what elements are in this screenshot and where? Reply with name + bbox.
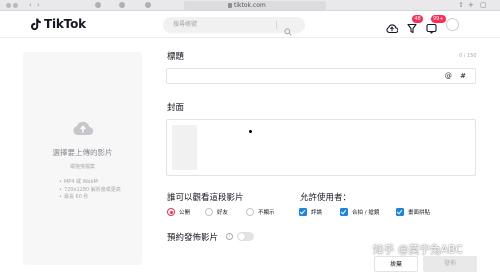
bookmark-favicon-icon[interactable] [95, 2, 101, 8]
radio-icon[interactable] [246, 208, 254, 216]
search-bar[interactable]: 搜尋帳號 [163, 17, 305, 36]
caption-input[interactable]: @ # [166, 68, 476, 84]
new-tab-icon[interactable]: + [468, 1, 474, 10]
inbox-count-badge: 48 [412, 15, 423, 23]
radio-icon[interactable] [205, 208, 213, 216]
bookmark-favicon-icon[interactable] [145, 2, 151, 8]
privacy-option-public[interactable]: 公開 [167, 208, 190, 216]
privacy-option-private[interactable]: 不顯示 [246, 208, 275, 216]
privacy-label: 誰可以觀看這段影片 [167, 193, 244, 203]
search-divider [276, 21, 277, 29]
share-icon[interactable]: ⇧ [458, 1, 464, 10]
back-arrow-icon[interactable]: ‹ [29, 1, 32, 10]
upload-title: 選擇要上傳的影片 [52, 148, 113, 157]
app-header: TikTok 搜尋帳號 48 99+ [0, 11, 500, 38]
info-icon[interactable]: i [226, 233, 233, 240]
radio-selected-icon[interactable] [167, 208, 175, 216]
upload-requirements: MP4 或 WebM 720x1280 解析度或更高 最長 60 秒 [59, 179, 121, 202]
cursor-dot [249, 130, 252, 133]
lock-icon [228, 3, 232, 8]
post-button[interactable]: 發佈 [423, 256, 477, 272]
window-minimize-icon[interactable] [13, 3, 18, 8]
cover-thumbnail[interactable] [172, 125, 197, 170]
caption-label: 標題 [167, 52, 185, 62]
tiktok-note-icon [30, 18, 41, 31]
requirement-item: 720x1280 解析度或更高 [59, 187, 121, 195]
privacy-option-label: 好友 [217, 210, 229, 216]
upload-subtitle: 或拖曳檔案 [69, 164, 95, 170]
tab-overview-icon[interactable]: ▢ [480, 1, 487, 10]
forward-arrow-icon[interactable]: › [37, 1, 40, 10]
address-bar[interactable]: tiktok.com [184, 1, 326, 10]
checkbox-checked-icon[interactable] [299, 208, 307, 216]
window-close-icon[interactable] [6, 3, 11, 8]
browser-toolbar: ‹ › tiktok.com ⇧ + ▢ [0, 0, 500, 11]
logo-text: TikTok [44, 17, 86, 31]
privacy-option-label: 不顯示 [258, 210, 275, 216]
tiktok-logo[interactable]: TikTok [30, 16, 86, 32]
upload-dropzone[interactable]: 選擇要上傳的影片 或拖曳檔案 MP4 或 WebM 720x1280 解析度或更… [23, 52, 142, 265]
requirement-item: 最長 60 秒 [59, 194, 121, 202]
allow-option-label: 合拍 / 搶鏡 [352, 210, 380, 216]
bookmark-favicon-icon[interactable] [119, 2, 125, 8]
search-input[interactable]: 搜尋帳號 [173, 17, 197, 33]
watermark: 知乎 @莫宁兔ABC [373, 244, 463, 256]
schedule-label: 預約發佈影片 [167, 233, 219, 243]
allow-option-label: 畫面拼貼 [408, 210, 431, 216]
mention-hashtag-tools[interactable]: @ # [445, 72, 469, 80]
requirement-item: MP4 或 WebM [59, 179, 121, 187]
privacy-option-friends[interactable]: 好友 [205, 208, 228, 216]
allow-users-label: 允許使用者： [300, 193, 352, 203]
messages-count-badge: 99+ [431, 15, 446, 23]
address-bar-url: tiktok.com [234, 2, 266, 9]
cover-label: 封面 [167, 103, 185, 113]
checkbox-checked-icon[interactable] [340, 208, 348, 216]
privacy-option-label: 公開 [179, 210, 191, 216]
upload-cloud-icon[interactable] [386, 19, 399, 38]
allow-option-label: 評論 [311, 210, 323, 216]
allow-duet-stitch[interactable]: 合拍 / 搶鏡 [340, 208, 379, 216]
caption-counter: 0 / 150 [459, 53, 477, 59]
upload-cloud-icon [72, 120, 94, 141]
cover-selector[interactable] [166, 119, 476, 176]
allow-collage[interactable]: 畫面拼貼 [396, 208, 430, 216]
avatar[interactable] [446, 18, 459, 31]
allow-comment[interactable]: 評論 [299, 208, 322, 216]
checkbox-checked-icon[interactable] [396, 208, 404, 216]
search-icon[interactable] [284, 21, 292, 40]
discard-button[interactable]: 捨棄 [374, 256, 418, 272]
schedule-toggle[interactable] [237, 232, 254, 241]
